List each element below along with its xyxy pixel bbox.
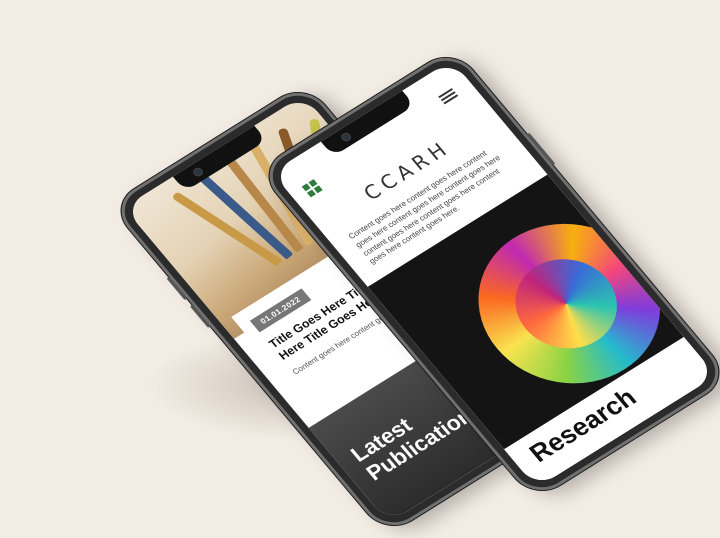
hamburger-menu-icon[interactable] — [438, 88, 459, 105]
camera-icon — [191, 166, 205, 178]
camera-icon — [339, 131, 353, 143]
university-logo-icon[interactable] — [301, 179, 323, 198]
